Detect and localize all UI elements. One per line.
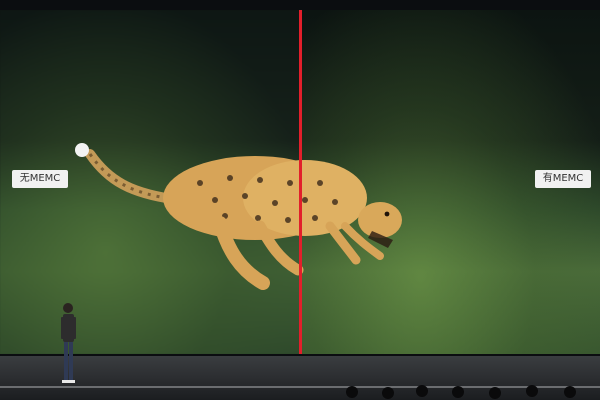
label-with-memc: 有MEMC [535, 170, 591, 188]
projection-screen: 无MEMC 有MEMC [0, 10, 600, 354]
presenter-figure [61, 303, 76, 383]
keynote-stage: 无MEMC 有MEMC [0, 0, 600, 400]
comparison-divider [299, 10, 302, 354]
cheetah-image [75, 143, 402, 290]
label-without-memc: 无MEMC [12, 170, 68, 188]
audience-silhouettes [346, 385, 576, 399]
